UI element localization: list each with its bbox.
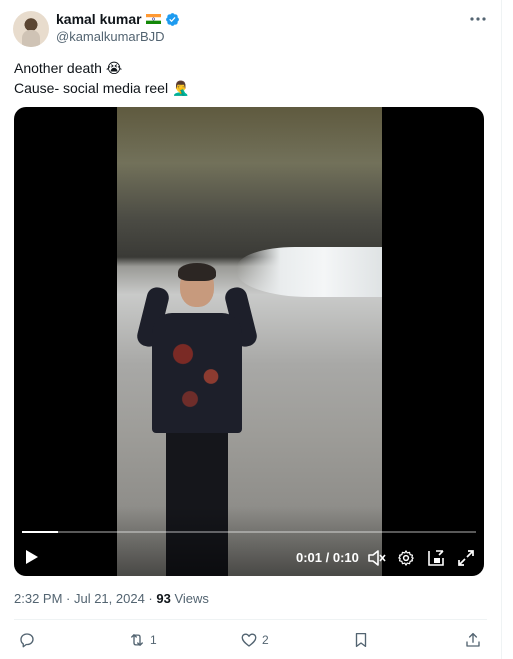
tweet-text-line-2: Cause- social media reel 🤦‍♂️	[14, 80, 190, 96]
divider	[14, 619, 487, 620]
tweet-text: Another death 😭 Cause- social media reel…	[14, 58, 189, 98]
author-row: kamal kumar	[56, 11, 180, 27]
more-options-icon[interactable]	[468, 11, 488, 27]
avatar[interactable]	[13, 11, 49, 47]
like-count: 2	[262, 633, 269, 647]
mute-icon[interactable]	[367, 548, 387, 568]
retweet-button[interactable]: 1	[128, 628, 157, 652]
reply-button[interactable]	[18, 628, 40, 652]
settings-gear-icon[interactable]	[396, 548, 416, 568]
video-player[interactable]: 0:01 / 0:10	[14, 107, 484, 576]
author-name[interactable]: kamal kumar	[56, 11, 142, 27]
picture-in-picture-icon[interactable]	[426, 548, 446, 568]
tweet-actions: 1 2	[14, 628, 487, 652]
heart-icon	[241, 633, 257, 647]
verified-badge-icon	[165, 12, 179, 26]
video-progress-fill	[22, 531, 59, 533]
tweet-text-line-1: Another death 😭	[14, 60, 123, 76]
play-icon[interactable]	[22, 547, 42, 567]
bookmark-button[interactable]	[352, 628, 370, 652]
video-timecode: 0:01 / 0:10	[296, 550, 359, 565]
views-label: Views	[170, 591, 209, 606]
author-handle[interactable]: @kamalkumarBJD	[56, 29, 165, 44]
tweet-timestamp[interactable]: 2:32 PM · Jul 21, 2024 ·	[14, 591, 156, 606]
retweet-count: 1	[150, 633, 157, 647]
tweet-meta: 2:32 PM · Jul 21, 2024 · 93 Views	[14, 591, 209, 606]
tweet-card: kamal kumar @kamalkumarBJD Another death…	[0, 0, 502, 659]
retweet-icon	[131, 634, 143, 646]
views-count: 93	[156, 591, 171, 606]
fullscreen-icon[interactable]	[456, 548, 476, 568]
share-button[interactable]	[464, 628, 482, 652]
bookmark-icon	[355, 632, 367, 648]
reply-icon	[20, 633, 34, 648]
video-progress-bar[interactable]	[22, 531, 476, 533]
share-icon	[466, 632, 480, 647]
like-button[interactable]: 2	[240, 628, 269, 652]
india-flag-icon	[145, 14, 161, 24]
